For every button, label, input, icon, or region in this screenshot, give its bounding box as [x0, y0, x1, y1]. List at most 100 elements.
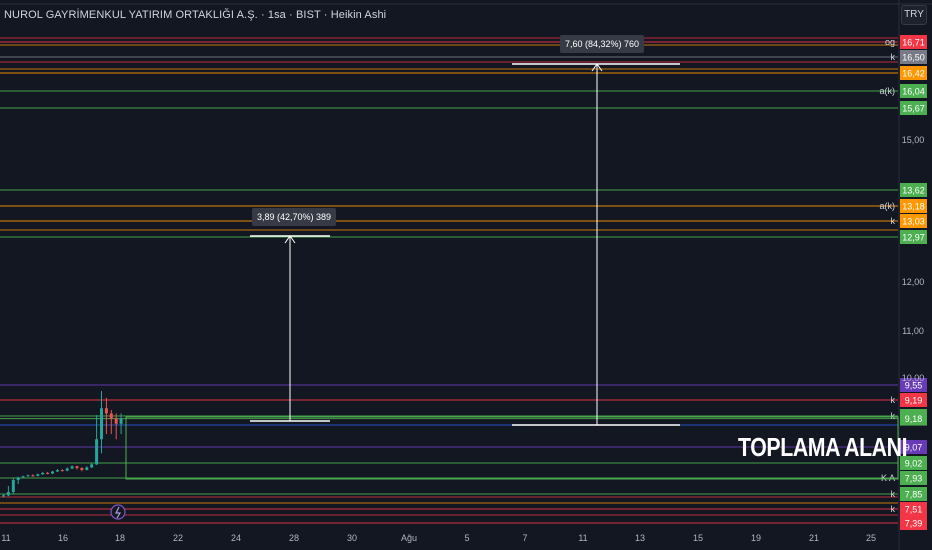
candle — [41, 471, 45, 475]
candle — [6, 486, 10, 497]
price-tag-label: 9,19 — [905, 396, 923, 406]
candle-body — [21, 476, 25, 478]
candle — [16, 476, 20, 484]
x-tick-label: 22 — [173, 533, 183, 543]
candle-body — [31, 475, 35, 477]
price-tag: 7,93 — [900, 471, 927, 485]
x-tick-label: 5 — [464, 533, 469, 543]
price-tag: 9,19 — [900, 393, 927, 407]
candle-body — [51, 471, 54, 474]
y-tick-label: 11,00 — [902, 326, 924, 336]
level-text: k — [891, 216, 896, 226]
candlestick-series — [2, 391, 123, 498]
price-tag: 9,18 — [900, 411, 927, 426]
price-tag-label: 9,07 — [905, 443, 923, 453]
x-tick-label: 25 — [866, 533, 876, 543]
candle — [90, 463, 94, 468]
candle-body — [65, 468, 69, 471]
candle-body — [55, 470, 59, 472]
price-tag-label: 9,02 — [905, 459, 923, 469]
candle — [11, 477, 15, 495]
level-text: og — [885, 37, 895, 47]
candle-body — [11, 480, 15, 492]
price-tag-label: 16,71 — [902, 38, 925, 48]
y-tick-label: 10,00 — [902, 373, 925, 383]
candle-body — [75, 466, 79, 468]
level-text: k — [891, 411, 896, 421]
zone-label: TOPLAMA ALANI — [738, 432, 908, 462]
level-text: k — [891, 395, 896, 405]
price-tag-label: 7,85 — [905, 490, 923, 500]
candle — [55, 469, 59, 473]
candle-body — [36, 474, 40, 476]
candle-body — [104, 408, 108, 414]
candle-body — [60, 470, 64, 472]
price-tag-label: 13,18 — [902, 202, 925, 212]
candle-body — [90, 464, 94, 468]
level-text: a(k) — [880, 201, 896, 211]
price-tag: 7,85 — [900, 487, 927, 501]
candle — [31, 474, 35, 477]
candle-body — [16, 477, 20, 480]
level-text: a(k) — [880, 86, 896, 96]
x-tick-label: 24 — [231, 533, 241, 543]
price-tag-label: 7,93 — [905, 474, 923, 484]
price-tag: 13,03 — [900, 214, 927, 228]
price-tag-label: 16,42 — [902, 69, 925, 79]
x-tick-label: 7 — [522, 533, 527, 543]
price-tag-label: 7,51 — [905, 505, 923, 515]
candle — [60, 469, 64, 472]
candle-body — [119, 418, 123, 424]
price-tag-label: 7,39 — [905, 519, 923, 529]
candle — [75, 465, 79, 470]
price-tag: 16,42 — [900, 66, 927, 80]
price-tag: 13,18 — [900, 199, 927, 213]
candle — [95, 415, 99, 465]
x-tick-label: 11 — [578, 533, 587, 543]
candle — [26, 474, 30, 477]
x-tick-label: 28 — [289, 533, 299, 543]
price-tag-label: 12,97 — [902, 233, 925, 243]
x-tick-label: 18 — [115, 533, 125, 543]
price-tag-label: 15,67 — [902, 104, 925, 114]
measure-tooltip-1: 3,89 (42,70%) 389 — [252, 208, 337, 226]
x-tick-label: 15 — [693, 533, 703, 543]
y-tick-label: 12,00 — [902, 277, 925, 287]
symbol-title: NUROL GAYRİMENKUL YATIRIM ORTAKLIĞI A.Ş.… — [4, 9, 387, 21]
candle-body — [2, 495, 5, 497]
time-axis: 11 16 18 22 24 28 30 Ağu 5 7 11 13 15 19 21 25 — [1, 533, 876, 543]
candle-body — [6, 492, 10, 496]
candle-body — [100, 408, 103, 440]
price-tag: 16,04 — [900, 84, 927, 98]
price-tag-label: 13,62 — [902, 186, 925, 196]
y-tick-label: 15,00 — [902, 135, 925, 145]
price-tag: 15,67 — [900, 101, 927, 115]
x-tick-label: 16 — [58, 533, 68, 543]
candle — [51, 470, 54, 475]
candle — [119, 413, 123, 435]
price-tag-label: 9,18 — [905, 414, 923, 424]
candle-body — [109, 413, 113, 419]
candle-body — [41, 472, 45, 475]
price-tag-label: 13,03 — [902, 217, 925, 227]
price-chart[interactable]: ogka(k)a(k)kkkK Akk 16,7116,5016,4216,04… — [0, 0, 932, 550]
currency-button[interactable]: TRY — [901, 5, 927, 25]
measure-tool-1 — [250, 235, 330, 422]
price-tag: 13,62 — [900, 183, 927, 197]
price-tag-label: 16,50 — [902, 53, 925, 63]
candle — [85, 466, 89, 471]
price-tag: 12,97 — [900, 230, 927, 244]
candle — [36, 473, 40, 477]
x-tick-label: 21 — [809, 533, 819, 543]
candle-body — [26, 475, 30, 477]
chart-grid — [0, 0, 932, 550]
measure-tooltip-2: 7,60 (84,32%) 760 — [560, 35, 645, 53]
level-text: k — [891, 489, 896, 499]
price-tag: 7,51 — [900, 502, 927, 516]
candle-body — [80, 467, 84, 470]
price-tag: 16,50 — [900, 50, 927, 64]
level-text: k — [891, 52, 896, 62]
x-tick-label: Ağu — [401, 533, 417, 543]
x-tick-label: 30 — [347, 533, 357, 543]
candle-body — [95, 439, 99, 465]
